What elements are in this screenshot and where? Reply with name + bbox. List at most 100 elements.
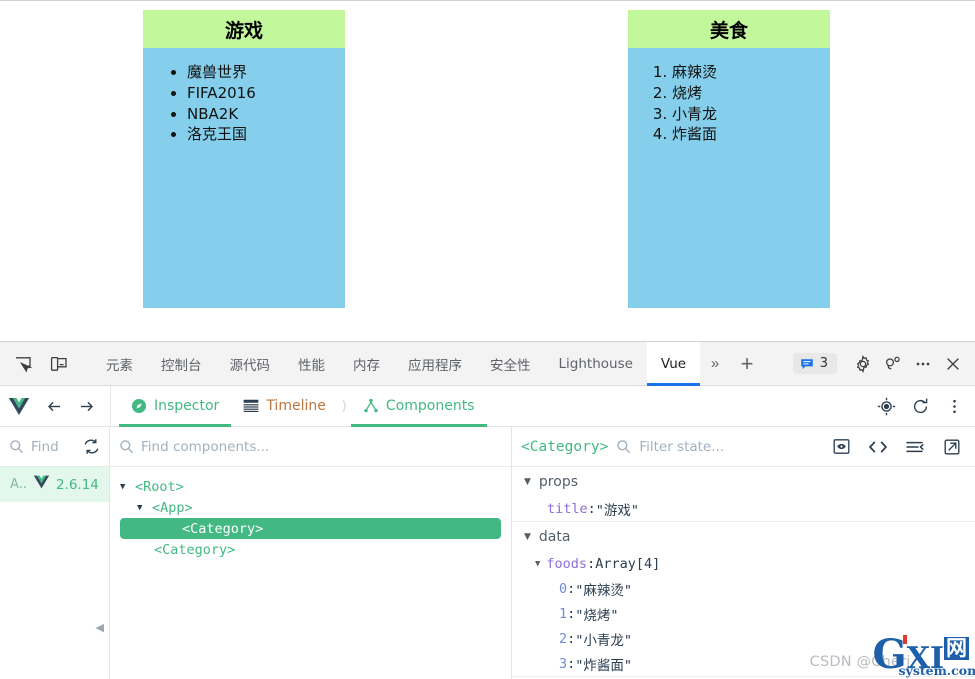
state-key: foods	[546, 555, 588, 572]
browser-page-viewport: 游戏 魔兽世界 FIFA2016 NBA2K 洛克王国 美食 麻辣烫 烧烤 小青…	[0, 0, 975, 341]
chevron-down-icon: ▼	[137, 502, 143, 513]
state-separator: :	[567, 655, 576, 672]
open-external-icon[interactable]	[942, 437, 962, 457]
tab-lighthouse[interactable]: Lighthouse	[545, 342, 647, 386]
state-pane: <Category> Filter state... ▼ props title…	[512, 427, 975, 679]
tree-node-app[interactable]: ▼ <App>	[110, 497, 511, 518]
search-icon	[616, 439, 631, 454]
inspect-element-icon[interactable]	[8, 349, 38, 379]
refresh-icon[interactable]	[909, 395, 931, 417]
timeline-icon	[243, 399, 259, 412]
tree-node-label: <Category>	[154, 541, 236, 558]
state-separator: :	[567, 630, 576, 647]
tree-node-category-selected[interactable]: ▼ <Category>	[120, 518, 501, 539]
list-item: 洛克王国	[187, 124, 335, 145]
games-list: 魔兽世界 FIFA2016 NBA2K 洛克王国	[153, 62, 335, 145]
gear-icon[interactable]	[849, 350, 877, 378]
vertical-dots-icon[interactable]	[943, 395, 965, 417]
vue-subtab-components[interactable]: Components	[350, 386, 487, 427]
devtools-tab-list: 元素 控制台 源代码 性能 内存 应用程序 安全性 Lighthouse Vue	[92, 341, 701, 386]
search-icon	[9, 439, 24, 454]
category-card-games: 游戏 魔兽世界 FIFA2016 NBA2K 洛克王国	[143, 10, 345, 308]
vue-devtools-body: Find A.. 2.6.14 ◀ Find components... ▼ <…	[0, 427, 975, 679]
tab-security[interactable]: 安全性	[476, 342, 545, 386]
tab-vue[interactable]: Vue	[646, 341, 701, 386]
vue-tab-timeline[interactable]: Timeline	[231, 386, 338, 427]
apps-search-row[interactable]: Find	[0, 427, 109, 467]
plus-icon[interactable]: +	[730, 342, 764, 386]
state-separator: :	[567, 605, 576, 622]
chevron-down-icon: ▼	[535, 558, 541, 569]
component-tree: ▼ <Root> ▼ <App> ▼ <Category> <Category>	[110, 467, 511, 560]
state-key: title	[547, 500, 588, 517]
arrow-right-icon[interactable]	[70, 386, 102, 427]
apps-search-placeholder: Find	[31, 438, 59, 455]
state-key: 2	[559, 630, 568, 647]
state-header: <Category> Filter state...	[512, 427, 975, 467]
state-row-array-item[interactable]: 1 : "烧烤"	[512, 601, 975, 626]
tab-sources[interactable]: 源代码	[216, 342, 285, 386]
list-item: 炸酱面	[672, 124, 820, 145]
list-item: 魔兽世界	[187, 62, 335, 83]
devtools-tabbar-actions: 3	[792, 350, 975, 378]
app-entry[interactable]: A.. 2.6.14	[0, 467, 109, 502]
target-icon[interactable]	[875, 395, 897, 417]
device-toolbar-icon[interactable]	[44, 349, 74, 379]
vue-tab-inspector[interactable]: Inspector	[119, 386, 232, 427]
components-search-row[interactable]: Find components...	[110, 427, 511, 467]
card-title-foods: 美食	[628, 10, 830, 48]
tree-node-category[interactable]: <Category>	[110, 539, 511, 560]
state-row-foods[interactable]: ▼ foods : Array[4]	[512, 551, 975, 576]
state-separator: :	[587, 555, 596, 572]
state-group-props: ▼ props title : "游戏"	[512, 467, 975, 522]
state-key: 3	[559, 655, 568, 672]
vue-devtools-toolbar: Inspector Timeline ⟩ Components	[0, 385, 975, 427]
tab-memory[interactable]: 内存	[339, 342, 394, 386]
group-header-props[interactable]: ▼ props	[512, 467, 975, 496]
state-value: "麻辣烫"	[575, 582, 633, 599]
state-value: "小青龙"	[575, 632, 633, 649]
customize-icon[interactable]	[879, 350, 907, 378]
vue-toolbar-actions	[875, 395, 975, 417]
collapse-left-icon[interactable]: ◀	[96, 621, 104, 634]
group-label: data	[538, 528, 571, 545]
list-item: NBA2K	[187, 104, 335, 125]
foods-list: 麻辣烫 烧烤 小青龙 炸酱面	[638, 62, 820, 145]
vue-tab-inspector-label: Inspector	[154, 398, 220, 414]
eye-icon[interactable]	[831, 437, 851, 457]
state-group-data: ▼ data ▼ foods : Array[4] 0 : "麻辣烫" 1: …	[512, 522, 975, 677]
search-icon	[119, 439, 134, 454]
tab-performance[interactable]: 性能	[284, 342, 339, 386]
collapse-all-icon[interactable]	[905, 437, 925, 457]
arrow-left-icon[interactable]	[38, 386, 70, 427]
state-row-array-item[interactable]: 0 : "麻辣烫"	[512, 576, 975, 601]
state-key: 1	[559, 605, 568, 622]
refresh-apps-icon[interactable]	[83, 438, 100, 455]
vue-subtab-components-label: Components	[385, 398, 475, 414]
category-card-foods: 美食 麻辣烫 烧烤 小青龙 炸酱面	[628, 10, 830, 308]
ellipsis-icon[interactable]	[909, 350, 937, 378]
tree-node-root[interactable]: ▼ <Root>	[110, 476, 511, 497]
screenshot-root: 游戏 魔兽世界 FIFA2016 NBA2K 洛克王国 美食 麻辣烫 烧烤 小青…	[0, 0, 975, 679]
group-header-data[interactable]: ▼ data	[512, 522, 975, 551]
message-icon	[800, 358, 813, 369]
chevron-down-icon: ▼	[524, 476, 531, 487]
issues-badge[interactable]: 3	[792, 353, 837, 374]
state-row-title[interactable]: title : "游戏"	[512, 496, 975, 521]
state-value: "炸酱面"	[575, 657, 633, 674]
chevron-double-right-icon[interactable]: »	[700, 342, 730, 386]
code-brackets-icon[interactable]	[868, 437, 888, 457]
state-row-array-item[interactable]: 3 : "炸酱面"	[512, 651, 975, 676]
tab-elements[interactable]: 元素	[92, 342, 147, 386]
tab-application[interactable]: 应用程序	[394, 342, 476, 386]
devtools-tabbar: 元素 控制台 源代码 性能 内存 应用程序 安全性 Lighthouse Vue…	[0, 341, 975, 386]
issues-count: 3	[819, 356, 828, 371]
state-key: 0	[559, 580, 568, 597]
toolbar-divider	[110, 385, 111, 427]
state-value: Array[4]	[595, 555, 661, 572]
components-tree-pane: Find components... ▼ <Root> ▼ <App> ▼ <C…	[110, 427, 512, 679]
tab-console[interactable]: 控制台	[147, 342, 216, 386]
state-row-array-item[interactable]: 2 : "小青龙"	[512, 626, 975, 651]
close-icon[interactable]	[939, 350, 967, 378]
filter-state-placeholder[interactable]: Filter state...	[639, 439, 724, 455]
